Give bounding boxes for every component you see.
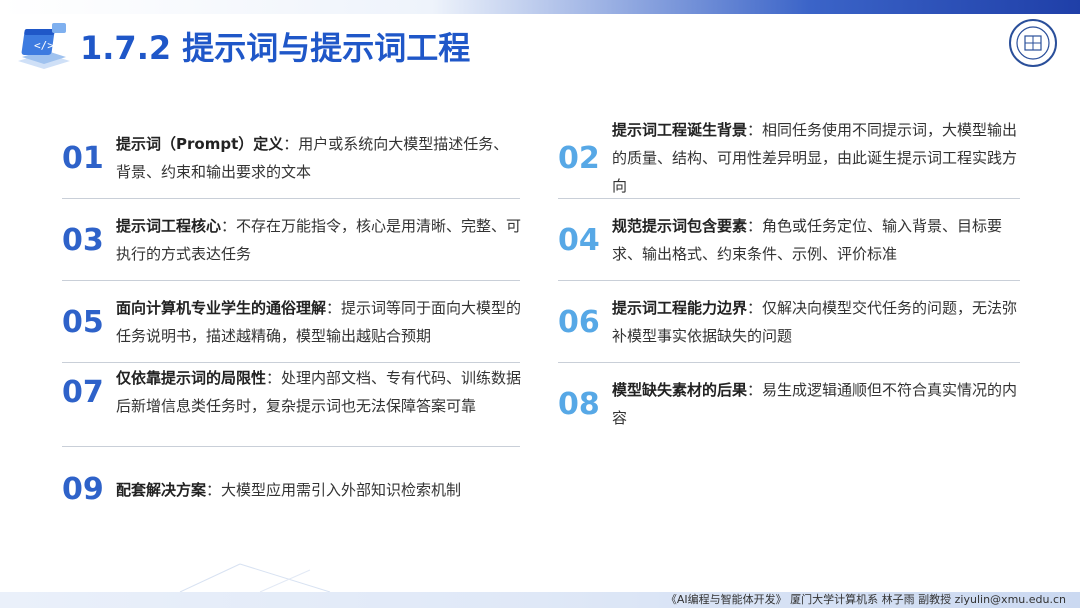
item-number: 09 <box>62 472 104 507</box>
item-body: ：大模型应用需引入外部知识检索机制 <box>206 480 462 499</box>
list-item: 03 提示词工程核心：不存在万能指令，核心是用清晰、完整、可执行的方式表达任务 <box>62 212 522 268</box>
item-number: 05 <box>62 304 104 340</box>
item-heading: 配套解决方案 <box>116 480 207 499</box>
list-item: 05 面向计算机专业学生的通俗理解：提示词等同于面向大模型的任务说明书，描述越精… <box>62 294 522 350</box>
footer-decoration <box>179 563 331 592</box>
item-heading: 提示词工程诞生背景 <box>612 121 748 139</box>
divider <box>558 280 1020 281</box>
divider <box>558 198 1020 199</box>
list-item: 04 规范提示词包含要素：角色或任务定位、输入背景、目标要求、输出格式、约束条件… <box>558 212 1020 268</box>
footer-text: 《AI编程与智能体开发》 厦门大学计算机系 林子雨 副教授 ziyulin@xm… <box>665 593 1066 606</box>
item-heading: 提示词工程核心 <box>116 217 222 235</box>
item-heading: 提示词工程能力边界 <box>612 299 748 317</box>
divider <box>62 362 520 363</box>
item-number: 07 <box>62 374 104 410</box>
item-number: 04 <box>558 222 600 258</box>
list-item: 08 模型缺失素材的后果：易生成逻辑通顺但不符合真实情况的内容 <box>558 376 1020 432</box>
item-number: 08 <box>558 386 600 422</box>
item-number: 06 <box>558 304 600 340</box>
item-text: 提示词工程核心：不存在万能指令，核心是用清晰、完整、可执行的方式表达任务 <box>116 212 522 268</box>
page-title: 1.7.2 提示词与提示词工程 <box>80 29 471 67</box>
item-heading: 模型缺失素材的后果 <box>612 381 748 399</box>
code-window-icon: </> <box>12 21 74 71</box>
list-item: 09 配套解决方案：大模型应用需引入外部知识检索机制 <box>62 472 522 507</box>
item-text: 仅依靠提示词的局限性：处理内部文档、专有代码、训练数据后新增信息类任务时，复杂提… <box>116 364 522 420</box>
item-text: 模型缺失素材的后果：易生成逻辑通顺但不符合真实情况的内容 <box>612 376 1020 432</box>
item-number: 02 <box>558 140 600 176</box>
item-text: 配套解决方案：大模型应用需引入外部知识检索机制 <box>116 476 461 504</box>
title-area: </> 1.7.2 提示词与提示词工程 <box>12 18 470 74</box>
item-number: 01 <box>62 140 104 176</box>
item-number: 03 <box>62 222 104 258</box>
item-text: 提示词（Prompt）定义：用户或系统向大模型描述任务、背景、约束和输出要求的文… <box>116 130 522 186</box>
item-heading: 仅依靠提示词的局限性 <box>116 369 267 387</box>
university-seal <box>1008 18 1058 68</box>
item-text: 提示词工程诞生背景：相同任务使用不同提示词，大模型输出的质量、结构、可用性差异明… <box>612 116 1020 200</box>
item-text: 规范提示词包含要素：角色或任务定位、输入背景、目标要求、输出格式、约束条件、示例… <box>612 212 1020 268</box>
list-item: 06 提示词工程能力边界：仅解决向模型交代任务的问题，无法弥补模型事实依据缺失的… <box>558 294 1020 350</box>
item-heading: 提示词（Prompt）定义 <box>116 135 284 153</box>
divider <box>62 280 520 281</box>
item-text: 提示词工程能力边界：仅解决向模型交代任务的问题，无法弥补模型事实依据缺失的问题 <box>612 294 1020 350</box>
divider <box>62 446 520 447</box>
footer-bar: 《AI编程与智能体开发》 厦门大学计算机系 林子雨 副教授 ziyulin@xm… <box>0 592 1080 608</box>
list-item: 02 提示词工程诞生背景：相同任务使用不同提示词，大模型输出的质量、结构、可用性… <box>558 116 1020 200</box>
top-banner <box>0 0 1080 14</box>
item-heading: 面向计算机专业学生的通俗理解 <box>116 299 327 317</box>
item-heading: 规范提示词包含要素 <box>612 217 748 235</box>
svg-text:</>: </> <box>34 39 54 52</box>
divider <box>558 362 1020 363</box>
divider <box>62 198 520 199</box>
item-text: 面向计算机专业学生的通俗理解：提示词等同于面向大模型的任务说明书，描述越精确，模… <box>116 294 522 350</box>
list-item: 01 提示词（Prompt）定义：用户或系统向大模型描述任务、背景、约束和输出要… <box>62 130 522 186</box>
list-item: 07 仅依靠提示词的局限性：处理内部文档、专有代码、训练数据后新增信息类任务时，… <box>62 364 522 420</box>
